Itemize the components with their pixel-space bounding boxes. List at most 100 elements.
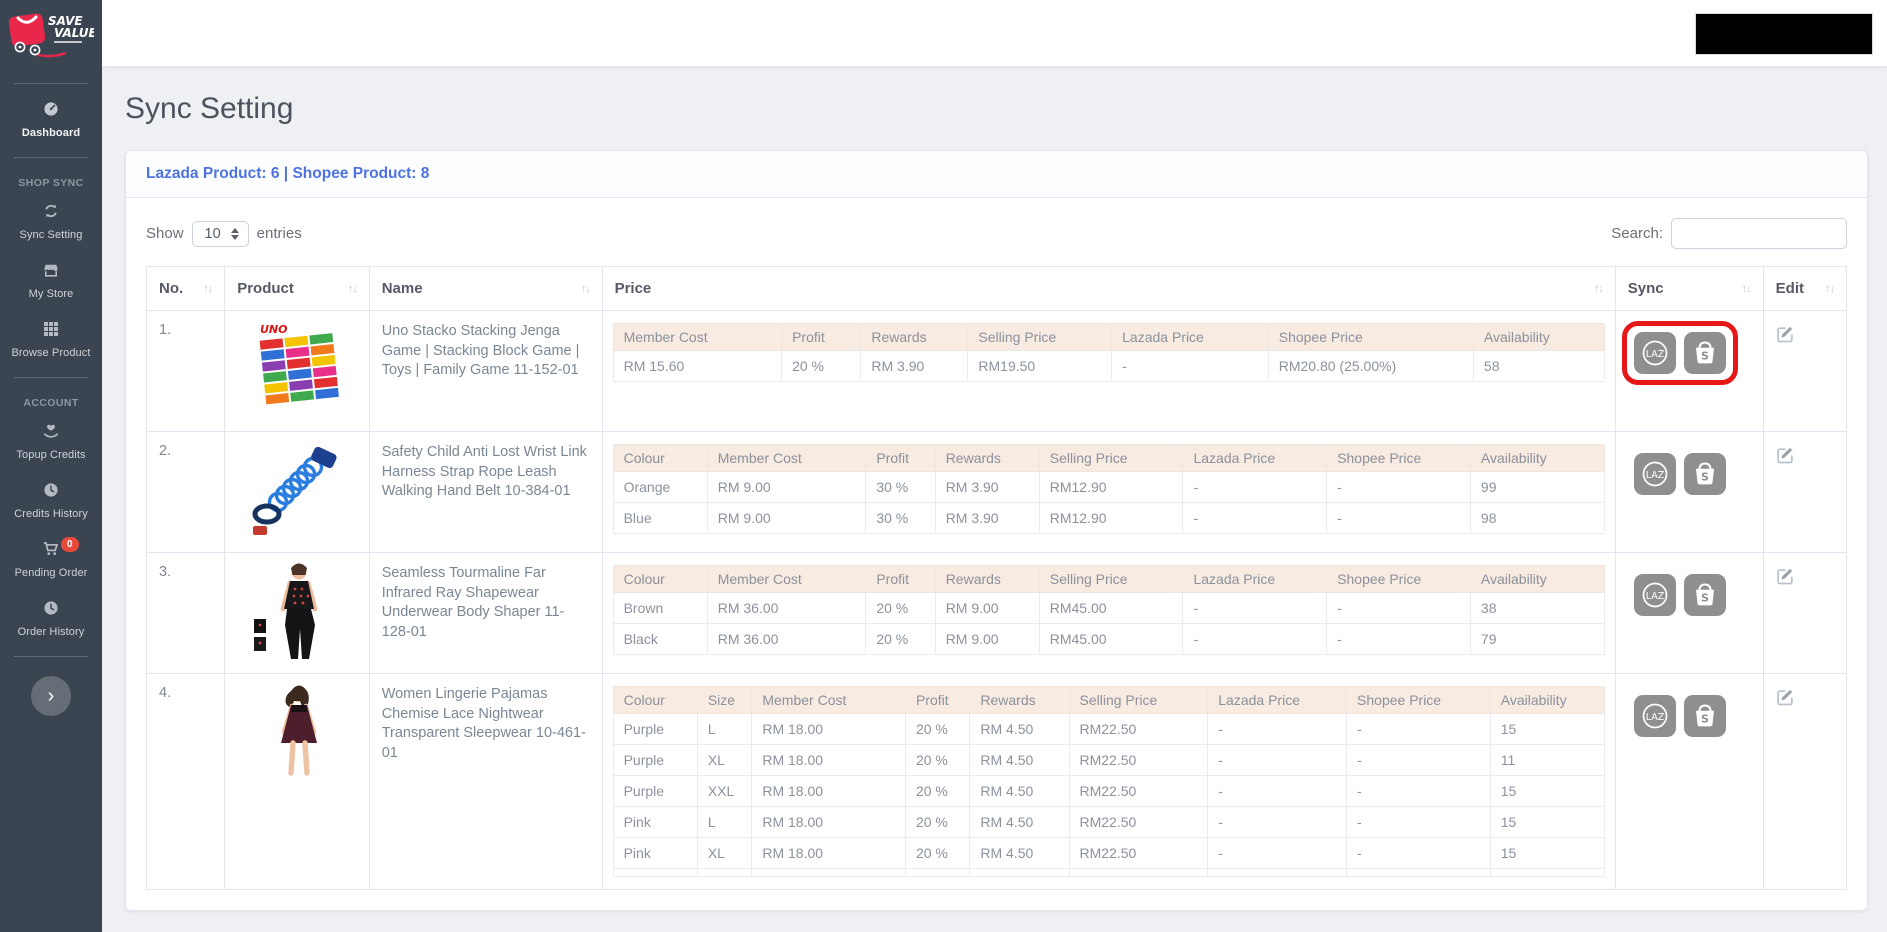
sidebar-item-label: Topup Credits <box>16 449 86 461</box>
price-cell: - <box>1326 471 1471 503</box>
price-cell: RM 3.90 <box>934 471 1040 503</box>
product-image: UNO <box>224 310 370 432</box>
edit-product-button[interactable] <box>1776 567 1794 588</box>
lazada-sync-button[interactable]: LAZ <box>1633 574 1676 616</box>
shopee-sync-button[interactable]: S <box>1683 695 1726 737</box>
price-cell: 20 % <box>904 806 971 838</box>
sidebar-item-topup-credits[interactable]: Topup Credits <box>0 413 102 472</box>
edit-product-button[interactable] <box>1776 325 1794 346</box>
price-cell: 15 <box>1489 806 1605 838</box>
price-column-header: Rewards <box>934 444 1040 472</box>
select-updown-icon <box>230 227 239 240</box>
svg-text:LAZ: LAZ <box>1646 349 1665 360</box>
sidebar-item-label: Sync Setting <box>19 229 83 241</box>
column-header-price[interactable]: Price ↑↓ <box>601 266 1616 311</box>
sidebar-item-label: My Store <box>28 288 74 300</box>
sort-icon: ↑↓ <box>1741 282 1752 295</box>
price-cell: 98 <box>1469 502 1605 534</box>
column-header-sync[interactable]: Sync ↑↓ <box>1614 266 1764 311</box>
product-name: Safety Child Anti Lost Wrist Link Harnes… <box>381 444 587 500</box>
price-cell: RM 4.50 <box>969 837 1070 869</box>
price-cell: RM19.50 <box>967 350 1113 382</box>
column-header-product[interactable]: Product ↑↓ <box>224 266 370 311</box>
column-header-edit[interactable]: Edit ↑↓ <box>1762 266 1848 311</box>
price-cell: RM 4.50 <box>969 744 1070 776</box>
price-column-header: Colour <box>612 686 698 714</box>
column-header-no[interactable]: No. ↑↓ <box>145 266 226 311</box>
entries-select[interactable]: 10 <box>191 220 249 247</box>
sidebar-item-my-store[interactable]: My Store <box>0 252 102 311</box>
price-cell: - <box>1346 744 1491 776</box>
shopee-sync-button[interactable]: S <box>1683 453 1726 495</box>
shopee-sync-button[interactable]: S <box>1683 574 1726 616</box>
price-cell: - <box>1207 775 1348 807</box>
price-cell: L <box>696 806 753 838</box>
price-column-header: Selling Price <box>1038 444 1184 472</box>
sidebar-item-order-history[interactable]: Order History <box>0 590 102 649</box>
store-icon <box>2 262 100 280</box>
table-header-row: No. ↑↓ Product ↑↓ Name ↑↓ Price ↑↓ Sync ↑↓ Edit ↑↓ <box>145 266 1848 311</box>
price-column-header: Profit <box>865 565 936 593</box>
price-column-header: Profit <box>781 323 862 351</box>
price-column-header: Shopee Price <box>1326 444 1471 472</box>
price-column-header: Selling Price <box>1038 565 1184 593</box>
price-cell: RM 18.00 <box>751 713 906 745</box>
table-row: 1. UNO Uno Stacko Stacking Jenga Game | St… <box>145 310 1848 432</box>
price-cell: - <box>1207 837 1348 869</box>
price-cell: XL <box>696 837 753 869</box>
price-cell: XL <box>696 744 753 776</box>
sidebar-collapse-button[interactable]: › <box>31 676 71 716</box>
sidebar-divider <box>14 83 88 84</box>
shopee-sync-button[interactable]: S <box>1683 332 1726 374</box>
price-column-header: Shopee Price <box>1267 323 1474 351</box>
price-cell: RM12.90 <box>1038 471 1184 503</box>
clock-icon <box>2 600 100 618</box>
price-cell: RM22.50 <box>1068 713 1209 745</box>
price-cell: RM 3.90 <box>934 502 1040 534</box>
price-cell: - <box>1182 502 1328 534</box>
sidebar-section-label: ACCOUNT <box>23 397 79 409</box>
svg-text:S: S <box>1701 471 1709 484</box>
lazada-sync-button[interactable]: LAZ <box>1633 453 1676 495</box>
price-column-header: Rewards <box>969 686 1070 714</box>
svg-text:LAZ: LAZ <box>1646 591 1665 602</box>
price-column-header: Shopee Price <box>1346 686 1491 714</box>
svg-text:S: S <box>1701 592 1709 605</box>
product-name: Women Lingerie Pajamas Chemise Lace Nigh… <box>381 686 586 762</box>
brand-logo[interactable]: SAVE VALUE <box>0 0 102 76</box>
price-cell: - <box>1326 623 1471 655</box>
edit-product-button[interactable] <box>1776 688 1794 709</box>
page-content: Sync Setting Lazada Product: 6 | Shopee … <box>102 66 1887 911</box>
price-row: Black RM 36.00 20 % RM 9.00 RM45.00- -79 <box>612 623 1605 655</box>
table-row: 4. Women Lingerie Pajamas Chemise Lace Ni… <box>145 673 1848 890</box>
hand-heart-icon <box>2 423 100 441</box>
svg-text:S: S <box>1701 350 1709 363</box>
sidebar-item-credits-history[interactable]: Credits History <box>0 472 102 531</box>
search-input[interactable] <box>1671 218 1847 249</box>
sidebar-item-pending-order[interactable]: 0 Pending Order <box>0 531 102 590</box>
lazada-sync-button[interactable]: LAZ <box>1633 695 1676 737</box>
pending-order-badge: 0 <box>61 537 79 552</box>
price-cell: 20 % <box>781 350 862 382</box>
show-label: Show <box>146 225 184 242</box>
lazada-sync-button[interactable]: LAZ <box>1633 332 1676 374</box>
column-header-name[interactable]: Name ↑↓ <box>368 266 603 311</box>
sidebar: SAVE VALUE Dashboard SHOP SYNC Sync Setting… <box>0 0 102 932</box>
price-cell: - <box>1346 775 1491 807</box>
price-column-header: Member Cost <box>706 444 867 472</box>
price-cell: 15 <box>1489 837 1605 869</box>
price-column-header: Size <box>696 686 753 714</box>
price-row: Pink XL RM 18.00 20 % RM 4.50 RM22.50- -15 <box>612 837 1605 869</box>
sidebar-item-browse-product[interactable]: Browse Product <box>0 311 102 370</box>
price-cell: RM45.00 <box>1038 623 1184 655</box>
price-cell: RM 4.50 <box>969 775 1070 807</box>
sidebar-item-sync-setting[interactable]: Sync Setting <box>0 193 102 252</box>
svg-text:UNO: UNO <box>260 323 288 336</box>
price-cell: RM22.50 <box>1068 775 1209 807</box>
price-cell: - <box>1182 592 1328 624</box>
sidebar-item-dashboard[interactable]: Dashboard <box>0 91 102 150</box>
price-cell: 20 % <box>904 744 971 776</box>
edit-product-button[interactable] <box>1776 446 1794 467</box>
price-cell: - <box>1207 744 1348 776</box>
price-cell: 11 <box>1489 744 1605 776</box>
